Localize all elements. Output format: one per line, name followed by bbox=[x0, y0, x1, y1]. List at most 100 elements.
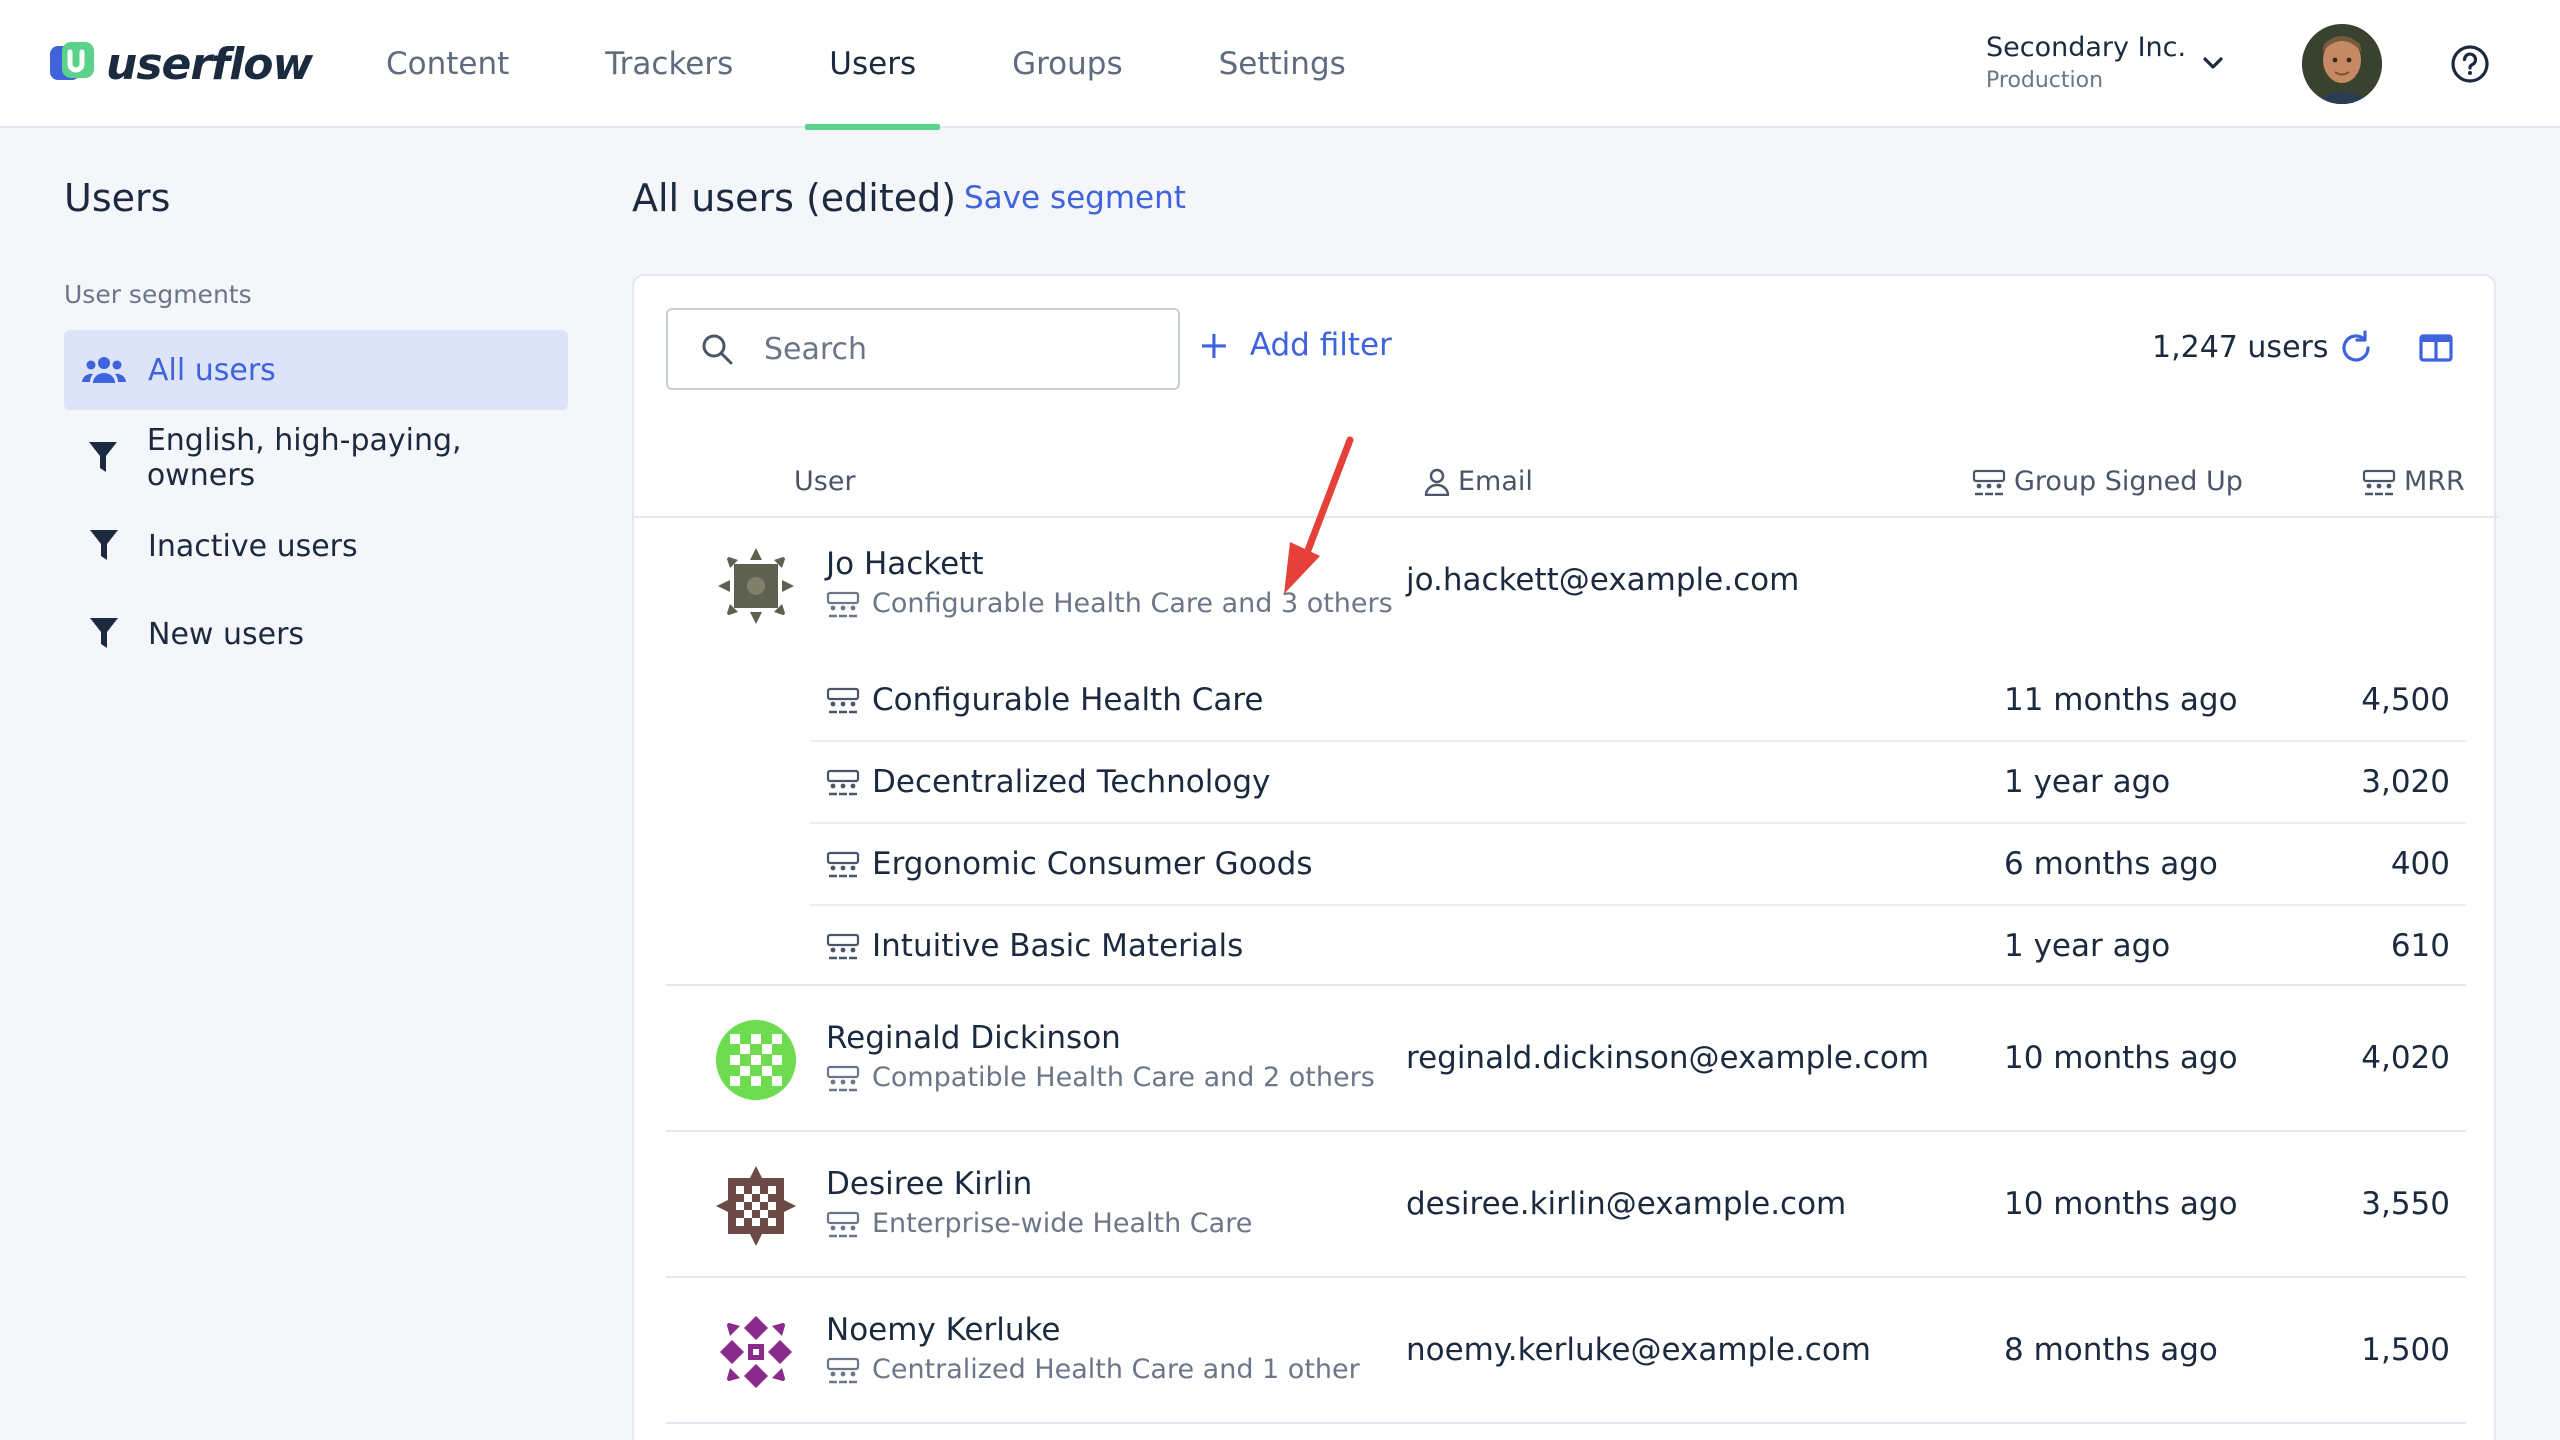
refresh-icon[interactable] bbox=[2336, 328, 2376, 368]
group-icon bbox=[826, 851, 860, 878]
annotation-arrow-icon bbox=[1284, 436, 1354, 594]
segment-english-high-paying-owners[interactable]: English, high-paying, owners bbox=[64, 418, 568, 498]
table-row[interactable]: Jo Hackett Configurable Health Care and … bbox=[666, 520, 2466, 986]
search-icon bbox=[702, 334, 733, 365]
group-subrow[interactable]: Decentralized Technology 1 year ago 3,02… bbox=[810, 742, 2466, 824]
nav-settings[interactable]: Settings bbox=[1171, 0, 1394, 128]
sidebar-subtitle: User segments bbox=[64, 280, 252, 309]
save-segment-button[interactable]: Save segment bbox=[964, 180, 1186, 216]
userflow-logo[interactable]: userflow bbox=[48, 36, 313, 92]
group-icon bbox=[826, 1065, 860, 1091]
group-name-text: Ergonomic Consumer Goods bbox=[872, 846, 1313, 882]
person-icon bbox=[1424, 468, 1450, 496]
table-header: User Email Group Signed Up MRR bbox=[634, 452, 2498, 518]
user-email: noemy.kerluke@example.com bbox=[1406, 1332, 1871, 1368]
group-icon bbox=[826, 591, 860, 617]
user-group-summary-text: Centralized Health Care and 1 other bbox=[872, 1354, 1360, 1385]
user-name[interactable]: Jo Hackett bbox=[826, 546, 984, 582]
profile-avatar[interactable] bbox=[2302, 24, 2382, 104]
segment-label: New users bbox=[148, 616, 305, 652]
add-filter-label: Add filter bbox=[1249, 327, 1392, 363]
help-icon[interactable] bbox=[2450, 44, 2490, 84]
user-email: desiree.kirlin@example.com bbox=[1406, 1186, 1847, 1222]
brand-name: userflow bbox=[106, 38, 313, 90]
nav-groups[interactable]: Groups bbox=[964, 0, 1171, 128]
add-filter-button[interactable]: + Add filter bbox=[1198, 326, 1392, 364]
group-mrr: 610 bbox=[2390, 928, 2450, 964]
group-signed-up: 11 months ago bbox=[2004, 682, 2238, 718]
column-group-signed-up[interactable]: Group Signed Up bbox=[1972, 466, 2243, 497]
group-icon bbox=[826, 1211, 860, 1237]
group-subrow[interactable]: Ergonomic Consumer Goods 6 months ago 40… bbox=[810, 824, 2466, 906]
main-nav: Content Trackers Users Groups Settings bbox=[338, 0, 1394, 130]
column-mrr-label: MRR bbox=[2404, 466, 2465, 497]
group-mrr: 3,020 bbox=[2361, 764, 2450, 800]
group-name: Decentralized Technology bbox=[826, 764, 1270, 800]
user-count: 1,247 users bbox=[2152, 330, 2329, 365]
users-icon bbox=[82, 350, 126, 390]
user-signed-up: 8 months ago bbox=[2004, 1332, 2218, 1368]
segment-new-users[interactable]: New users bbox=[64, 594, 568, 674]
segment-label: Inactive users bbox=[148, 528, 358, 564]
user-group-summary: Enterprise-wide Health Care bbox=[826, 1208, 1252, 1239]
sidebar-title: Users bbox=[64, 176, 171, 220]
user-signed-up: 10 months ago bbox=[2004, 1186, 2238, 1222]
page-title: All users (edited) bbox=[632, 176, 957, 220]
group-icon bbox=[2362, 469, 2396, 495]
nav-trackers[interactable]: Trackers bbox=[557, 0, 781, 128]
nav-users[interactable]: Users bbox=[781, 0, 964, 130]
user-mrr: 4,020 bbox=[2361, 1040, 2450, 1076]
group-icon bbox=[826, 687, 860, 714]
group-icon bbox=[826, 1357, 860, 1383]
filter-icon bbox=[82, 614, 126, 654]
group-name: Configurable Health Care bbox=[826, 682, 1264, 718]
user-name[interactable]: Noemy Kerluke bbox=[826, 1312, 1060, 1348]
group-name-text: Configurable Health Care bbox=[872, 682, 1264, 718]
table-row[interactable]: Desiree Kirlin Enterprise-wide Health Ca… bbox=[666, 1132, 2466, 1278]
table-row[interactable]: Noemy Kerluke Centralized Health Care an… bbox=[666, 1278, 2466, 1424]
nav-content[interactable]: Content bbox=[338, 0, 557, 128]
user-name[interactable]: Desiree Kirlin bbox=[826, 1166, 1032, 1202]
column-mrr[interactable]: MRR bbox=[2362, 466, 2465, 497]
search-field[interactable] bbox=[666, 308, 1180, 390]
avatar bbox=[716, 1312, 796, 1392]
group-name-text: Decentralized Technology bbox=[872, 764, 1271, 800]
column-email[interactable]: Email bbox=[1424, 466, 1533, 497]
column-user[interactable]: User bbox=[794, 466, 856, 497]
users-table-card: + Add filter 1,247 users User Email Grou… bbox=[632, 274, 2498, 1440]
chevron-down-icon[interactable] bbox=[2196, 46, 2230, 80]
segment-label: English, high-paying, owners bbox=[146, 423, 462, 493]
top-navigation-bar: userflow Content Trackers Users Groups S… bbox=[0, 0, 2560, 130]
user-group-summary: Compatible Health Care and 2 others bbox=[826, 1062, 1375, 1093]
table-row[interactable]: Reginald Dickinson Compatible Health Car… bbox=[666, 986, 2466, 1132]
group-signed-up: 6 months ago bbox=[2004, 846, 2218, 882]
group-subrow[interactable]: Configurable Health Care 11 months ago 4… bbox=[810, 660, 2466, 742]
user-name[interactable]: Reginald Dickinson bbox=[826, 1020, 1121, 1056]
search-input[interactable] bbox=[764, 331, 1144, 367]
filter-icon bbox=[82, 526, 126, 566]
group-subrow[interactable]: Intuitive Basic Materials 1 year ago 610 bbox=[810, 906, 2466, 988]
group-signed-up: 1 year ago bbox=[2004, 928, 2171, 964]
user-group-summary: Centralized Health Care and 1 other bbox=[826, 1354, 1360, 1385]
avatar bbox=[716, 1166, 796, 1246]
plus-icon: + bbox=[1198, 323, 1230, 367]
user-signed-up: 10 months ago bbox=[2004, 1040, 2238, 1076]
group-mrr: 400 bbox=[2390, 846, 2450, 882]
avatar bbox=[716, 1020, 796, 1100]
user-mrr: 1,500 bbox=[2361, 1332, 2450, 1368]
column-group-signed-up-label: Group Signed Up bbox=[2014, 466, 2243, 497]
group-mrr: 4,500 bbox=[2361, 682, 2450, 718]
userflow-logo-icon bbox=[48, 40, 96, 88]
group-name: Intuitive Basic Materials bbox=[826, 928, 1243, 964]
segment-inactive-users[interactable]: Inactive users bbox=[64, 506, 568, 586]
group-signed-up: 1 year ago bbox=[2004, 764, 2171, 800]
filter-icon bbox=[82, 438, 125, 478]
group-name: Ergonomic Consumer Goods bbox=[826, 846, 1312, 882]
group-icon bbox=[826, 769, 860, 796]
user-email: reginald.dickinson@example.com bbox=[1406, 1040, 1930, 1076]
column-email-label: Email bbox=[1458, 466, 1533, 497]
segment-all-users[interactable]: All users bbox=[64, 330, 568, 410]
avatar bbox=[716, 546, 796, 626]
columns-icon[interactable] bbox=[2416, 328, 2456, 368]
segment-list: All users English, high-paying, owners I… bbox=[64, 330, 568, 682]
